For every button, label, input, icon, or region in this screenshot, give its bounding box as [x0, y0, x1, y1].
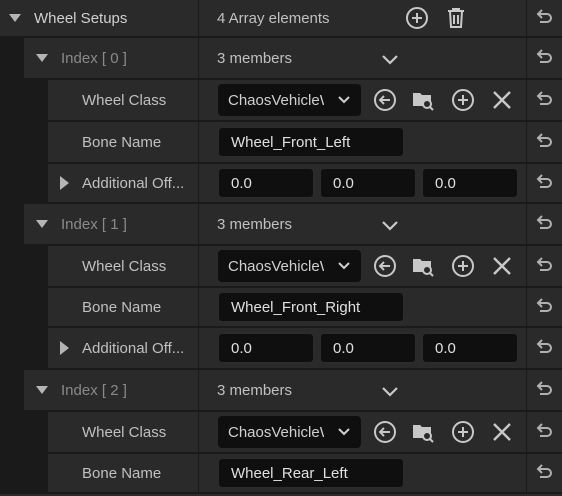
- reset-arrow-icon[interactable]: [534, 173, 554, 193]
- offset-y-field[interactable]: 0.0: [320, 168, 416, 198]
- chevron-down-icon[interactable]: [378, 47, 402, 71]
- browse-folder-icon[interactable]: [411, 420, 435, 444]
- wheel-class-row: Wheel Class ChaosVehicleWheel: [0, 412, 562, 452]
- offset-z-field[interactable]: 0.0: [422, 168, 518, 198]
- index-0-row: Index [ 0 ] 3 members: [0, 38, 562, 78]
- index-2-row: Index [ 2 ] 3 members: [0, 370, 562, 410]
- wheel-class-combo[interactable]: ChaosVehicleWheel: [218, 250, 361, 282]
- bone-name-row: Bone Name Wheel_Front_Left: [0, 122, 562, 162]
- additional-offset-label: Additional Off...: [82, 174, 185, 192]
- reset-arrow-icon[interactable]: [534, 256, 554, 276]
- bone-name-label: Bone Name: [82, 464, 162, 482]
- array-count-text: 4 Array elements: [217, 9, 330, 27]
- browse-folder-icon[interactable]: [411, 88, 435, 112]
- use-selected-arrow-icon[interactable]: [373, 88, 397, 112]
- wheel-class-combo[interactable]: ChaosVehicleWheel: [218, 416, 361, 448]
- wheel-class-value: ChaosVehicleWheel: [228, 423, 324, 441]
- expand-arrow-icon[interactable]: [60, 164, 69, 202]
- index-1-row: Index [ 1 ] 3 members: [0, 204, 562, 244]
- additional-offset-label: Additional Off...: [82, 339, 185, 357]
- index-label: Index [ 2 ]: [61, 381, 127, 399]
- reset-arrow-icon[interactable]: [534, 132, 554, 152]
- bone-name-row: Bone Name Wheel_Front_Right: [0, 288, 562, 326]
- bone-name-label: Bone Name: [82, 298, 162, 316]
- wheel-class-combo[interactable]: ChaosVehicleWheel: [218, 84, 361, 116]
- plus-circle-icon[interactable]: [451, 254, 475, 278]
- members-text: 3 members: [217, 49, 293, 67]
- bone-name-row: Bone Name Wheel_Rear_Left: [0, 454, 562, 492]
- reset-arrow-icon[interactable]: [534, 8, 554, 28]
- clear-x-icon[interactable]: [490, 420, 514, 444]
- use-selected-arrow-icon[interactable]: [373, 420, 397, 444]
- reset-arrow-icon[interactable]: [534, 90, 554, 110]
- details-panel: Wheel Setups 4 Array elements Index [ 0 …: [0, 0, 562, 496]
- wheel-class-value: ChaosVehicleWheel: [228, 91, 324, 109]
- additional-offset-row: Additional Off... 0.0 0.0 0.0: [0, 164, 562, 202]
- offset-x-field[interactable]: 0.0: [218, 333, 314, 363]
- bone-name-field[interactable]: Wheel_Front_Right: [218, 292, 404, 322]
- reset-arrow-icon[interactable]: [534, 297, 554, 317]
- plus-circle-icon[interactable]: [451, 420, 475, 444]
- wheel-class-label: Wheel Class: [82, 257, 167, 275]
- expand-arrow-icon[interactable]: [36, 204, 48, 244]
- offset-y-field[interactable]: 0.0: [320, 333, 416, 363]
- trash-icon[interactable]: [444, 6, 468, 30]
- chevron-down-icon[interactable]: [378, 213, 402, 237]
- plus-circle-icon[interactable]: [451, 88, 475, 112]
- use-selected-arrow-icon[interactable]: [373, 254, 397, 278]
- reset-arrow-icon[interactable]: [534, 214, 554, 234]
- members-text: 3 members: [217, 215, 293, 233]
- reset-arrow-icon[interactable]: [534, 48, 554, 68]
- bone-name-label: Bone Name: [82, 133, 162, 151]
- additional-offset-row: Additional Off... 0.0 0.0 0.0: [0, 328, 562, 368]
- wheel-class-value: ChaosVehicleWheel: [228, 257, 324, 275]
- reset-arrow-icon[interactable]: [534, 380, 554, 400]
- plus-circle-icon[interactable]: [405, 6, 429, 30]
- wheel-class-label: Wheel Class: [82, 91, 167, 109]
- members-text: 3 members: [217, 381, 293, 399]
- clear-x-icon[interactable]: [490, 88, 514, 112]
- chevron-down-icon: [338, 428, 350, 436]
- chevron-down-icon: [338, 262, 350, 270]
- chevron-down-icon: [338, 96, 350, 104]
- clear-x-icon[interactable]: [490, 254, 514, 278]
- index-label: Index [ 0 ]: [61, 49, 127, 67]
- wheel-class-label: Wheel Class: [82, 423, 167, 441]
- offset-z-field[interactable]: 0.0: [422, 333, 518, 363]
- wheel-class-row: Wheel Class ChaosVehicleWheel: [0, 246, 562, 286]
- wheel-setups-row: Wheel Setups 4 Array elements: [0, 0, 562, 36]
- chevron-down-icon[interactable]: [378, 379, 402, 403]
- bone-name-field[interactable]: Wheel_Rear_Left: [218, 458, 404, 488]
- browse-folder-icon[interactable]: [411, 254, 435, 278]
- reset-arrow-icon[interactable]: [534, 338, 554, 358]
- expand-arrow-icon[interactable]: [9, 0, 21, 36]
- expand-arrow-icon[interactable]: [36, 370, 48, 410]
- wheel-class-row: Wheel Class ChaosVehicleWheel: [0, 80, 562, 120]
- offset-x-field[interactable]: 0.0: [218, 168, 314, 198]
- reset-arrow-icon[interactable]: [534, 422, 554, 442]
- wheel-setups-label: Wheel Setups: [34, 9, 128, 27]
- expand-arrow-icon[interactable]: [36, 38, 48, 78]
- expand-arrow-icon[interactable]: [60, 328, 69, 368]
- index-label: Index [ 1 ]: [61, 215, 127, 233]
- bone-name-field[interactable]: Wheel_Front_Left: [218, 127, 404, 157]
- reset-arrow-icon[interactable]: [534, 463, 554, 483]
